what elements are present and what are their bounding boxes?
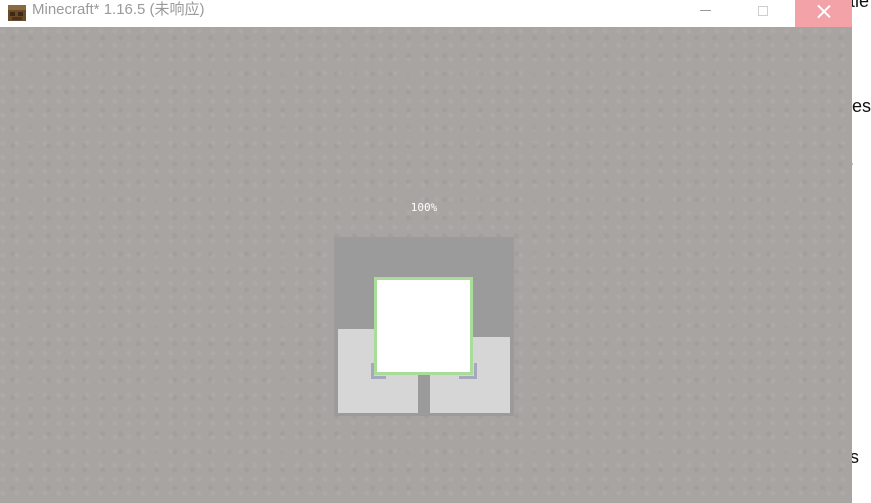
background-text-fragment: tie bbox=[852, 0, 870, 11]
loading-percent: 100% bbox=[410, 201, 438, 214]
minecraft-window: Minecraft* 1.16.5 (未响应) 100% bbox=[0, 0, 852, 503]
corner-bracket bbox=[371, 376, 386, 379]
close-icon bbox=[817, 4, 831, 18]
title-bar[interactable]: Minecraft* 1.16.5 (未响应) bbox=[0, 0, 852, 27]
background-window-edge: tie ies s es bbox=[852, 0, 871, 503]
minimize-icon bbox=[700, 10, 711, 11]
maximize-button[interactable] bbox=[734, 0, 791, 27]
loading-indicator bbox=[334, 237, 514, 416]
minecraft-block-icon bbox=[8, 5, 26, 21]
corner-bracket bbox=[459, 376, 477, 379]
background-text-fragment: ies bbox=[852, 96, 871, 116]
background-text-fragment: es bbox=[852, 447, 860, 467]
background-text-fragment: s bbox=[852, 151, 853, 172]
minimize-button[interactable] bbox=[677, 0, 734, 27]
window-title: Minecraft* 1.16.5 (未响应) bbox=[32, 1, 205, 18]
close-button[interactable] bbox=[795, 0, 852, 27]
loading-center-block bbox=[374, 277, 473, 375]
maximize-icon bbox=[757, 5, 768, 16]
